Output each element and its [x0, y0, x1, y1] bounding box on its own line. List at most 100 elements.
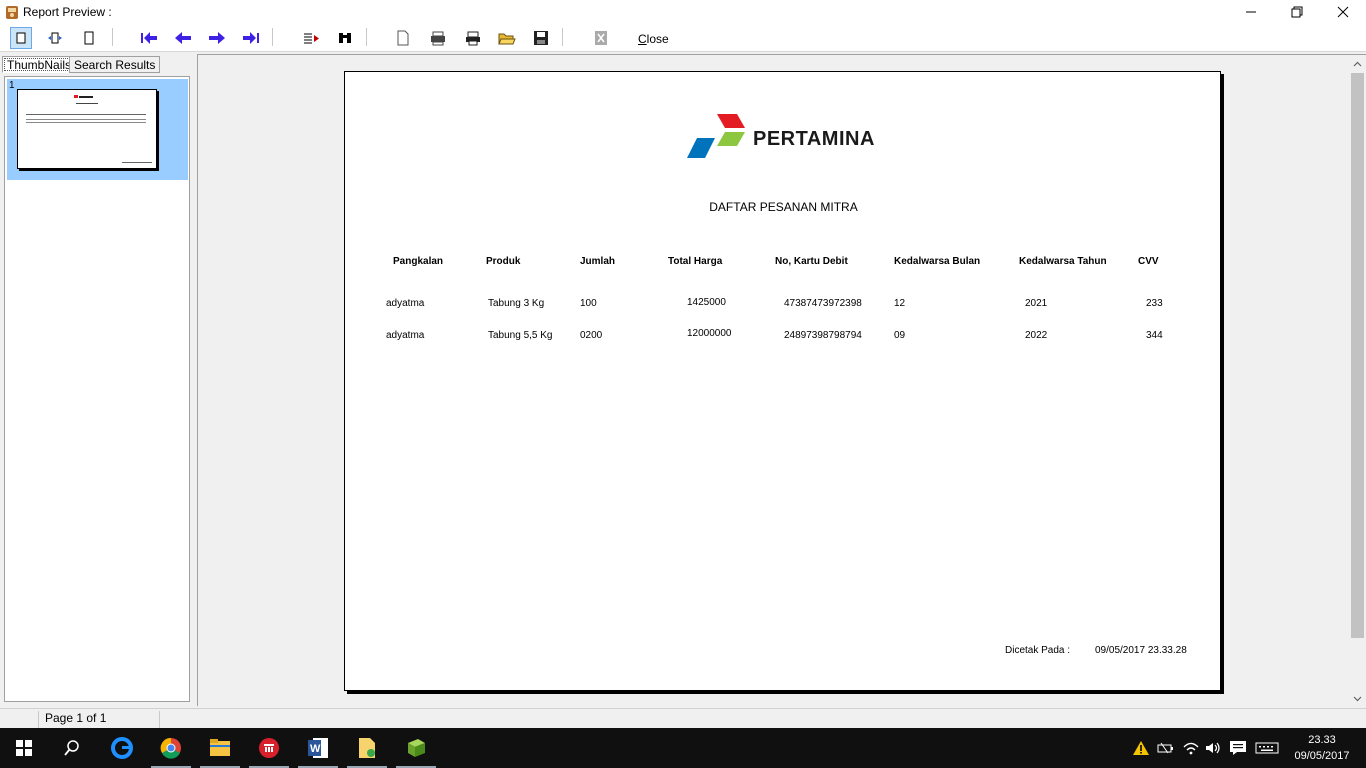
column-header: Kedalwarsa Tahun	[1019, 256, 1107, 267]
table-cell: 344	[1146, 330, 1163, 341]
title-bar: Report Preview :	[0, 0, 1366, 24]
arrow-left-icon	[175, 32, 191, 44]
print-button[interactable]	[462, 27, 484, 49]
edge-taskbar-button[interactable]	[98, 728, 146, 768]
svg-text:W: W	[310, 743, 321, 755]
file-app-taskbar-button[interactable]	[343, 728, 391, 768]
minimize-button[interactable]	[1228, 0, 1274, 24]
search-button[interactable]	[48, 728, 96, 768]
export-icon	[595, 31, 607, 45]
full-page-button[interactable]	[78, 27, 100, 49]
keyboard-tray-icon[interactable]	[1255, 739, 1279, 757]
chevron-up-icon	[1353, 61, 1362, 66]
column-header: CVV	[1138, 256, 1159, 267]
scroll-up-button[interactable]	[1349, 55, 1366, 72]
chrome-taskbar-button[interactable]	[147, 728, 195, 768]
preview-area: PERTAMINA DAFTAR PESANAN MITRA Pangkalan…	[197, 54, 1366, 707]
system-clock[interactable]: 23.33 09/05/2017	[1282, 732, 1362, 764]
page-indicator: Page 1 of 1	[38, 711, 160, 728]
table-cell: 12000000	[687, 328, 732, 339]
go-to-page-icon	[304, 33, 319, 44]
table-cell: 09	[894, 330, 906, 341]
table-cell: adyatma	[386, 330, 425, 341]
column-header: Jumlah	[580, 256, 616, 267]
scroll-down-button[interactable]	[1349, 690, 1366, 707]
close-icon	[1337, 6, 1349, 18]
tab-thumbnails[interactable]: ThumbNails	[2, 56, 77, 73]
battery-tray-icon[interactable]	[1157, 739, 1175, 757]
logo-text: PERTAMINA	[753, 128, 875, 150]
window-title: Report Preview :	[23, 5, 112, 19]
column-header: Produk	[486, 256, 521, 267]
word-icon: W	[308, 738, 328, 758]
clock-date: 09/05/2017	[1294, 750, 1350, 762]
toolbar: Close	[0, 24, 1366, 52]
find-button[interactable]	[334, 27, 356, 49]
app-taskbar-button[interactable]	[245, 728, 293, 768]
table-cell: Tabung 5,5 Kg	[488, 330, 553, 341]
status-bar: Page 1 of 1	[0, 708, 1366, 728]
left-panel: ThumbNails Search Results 1	[0, 54, 193, 706]
wifi-tray-icon[interactable]	[1182, 739, 1200, 757]
windows-icon	[16, 740, 32, 756]
taskbar: W 23.33 09/05/2017	[0, 728, 1366, 768]
table-cell: 233	[1146, 298, 1163, 309]
thumbnail-page-1[interactable]: 1	[7, 79, 188, 180]
vertical-scrollbar[interactable]	[1349, 55, 1366, 707]
page-width-icon	[48, 32, 62, 44]
action-center-icon	[1230, 741, 1246, 755]
first-page-button[interactable]	[138, 27, 160, 49]
save-icon	[534, 31, 548, 45]
app-icon	[259, 738, 279, 758]
pertamina-logo: PERTAMINA	[687, 112, 877, 160]
printed-at-label: Dicetak Pada :	[1005, 645, 1071, 656]
volume-tray-icon[interactable]	[1204, 739, 1222, 757]
restore-button[interactable]	[1274, 0, 1320, 24]
edge-icon	[111, 737, 133, 759]
report-title: DAFTAR PESANAN MITRA	[709, 200, 858, 214]
search-icon	[64, 740, 79, 756]
save-button[interactable]	[530, 27, 552, 49]
column-header: No, Kartu Debit	[775, 256, 848, 267]
cube-icon	[408, 739, 425, 757]
page-width-button[interactable]	[44, 27, 66, 49]
last-page-button[interactable]	[240, 27, 262, 49]
word-taskbar-button[interactable]: W	[294, 728, 342, 768]
printed-at-value: 09/05/2017 23.33.28	[1095, 645, 1187, 656]
previous-page-button[interactable]	[172, 27, 194, 49]
file-explorer-taskbar-button[interactable]	[196, 728, 244, 768]
pertamina-logo-icon	[687, 114, 745, 158]
notifications-tray-icon[interactable]	[1229, 739, 1247, 757]
close-window-button[interactable]	[1320, 0, 1366, 24]
page-setup-button[interactable]	[392, 27, 414, 49]
start-button[interactable]	[0, 728, 48, 768]
scroll-thumb[interactable]	[1351, 73, 1364, 638]
table-cell: 24897398798794	[784, 330, 862, 341]
table-cell: 12	[894, 298, 906, 309]
chrome-icon	[160, 737, 181, 759]
print-setup-button[interactable]	[427, 27, 449, 49]
thumbnail-number: 1	[9, 80, 15, 91]
minimize-icon	[1246, 11, 1256, 13]
folder-open-icon	[498, 33, 516, 45]
column-header: Kedalwarsa Bulan	[894, 256, 981, 267]
arrow-right-icon	[209, 32, 225, 44]
tab-search-results[interactable]: Search Results	[69, 56, 161, 73]
export-button[interactable]	[590, 27, 612, 49]
single-page-button[interactable]	[10, 27, 32, 49]
next-page-button[interactable]	[206, 27, 228, 49]
report-page: PERTAMINA DAFTAR PESANAN MITRA Pangkalan…	[344, 71, 1221, 691]
chevron-down-icon	[1353, 696, 1362, 701]
go-to-page-button[interactable]	[300, 27, 322, 49]
table-cell: 1425000	[687, 297, 726, 308]
keyboard-icon	[1255, 742, 1279, 754]
table-cell: 0200	[580, 330, 603, 341]
last-page-icon	[243, 32, 259, 44]
vb-taskbar-button[interactable]	[392, 728, 440, 768]
clock-time: 23.33	[1308, 734, 1336, 746]
warning-tray-icon[interactable]	[1132, 739, 1150, 757]
page-icon	[397, 30, 409, 46]
open-button[interactable]	[496, 27, 518, 49]
table-cell: 100	[580, 298, 597, 309]
toolbar-close-button[interactable]: Close	[638, 32, 669, 46]
